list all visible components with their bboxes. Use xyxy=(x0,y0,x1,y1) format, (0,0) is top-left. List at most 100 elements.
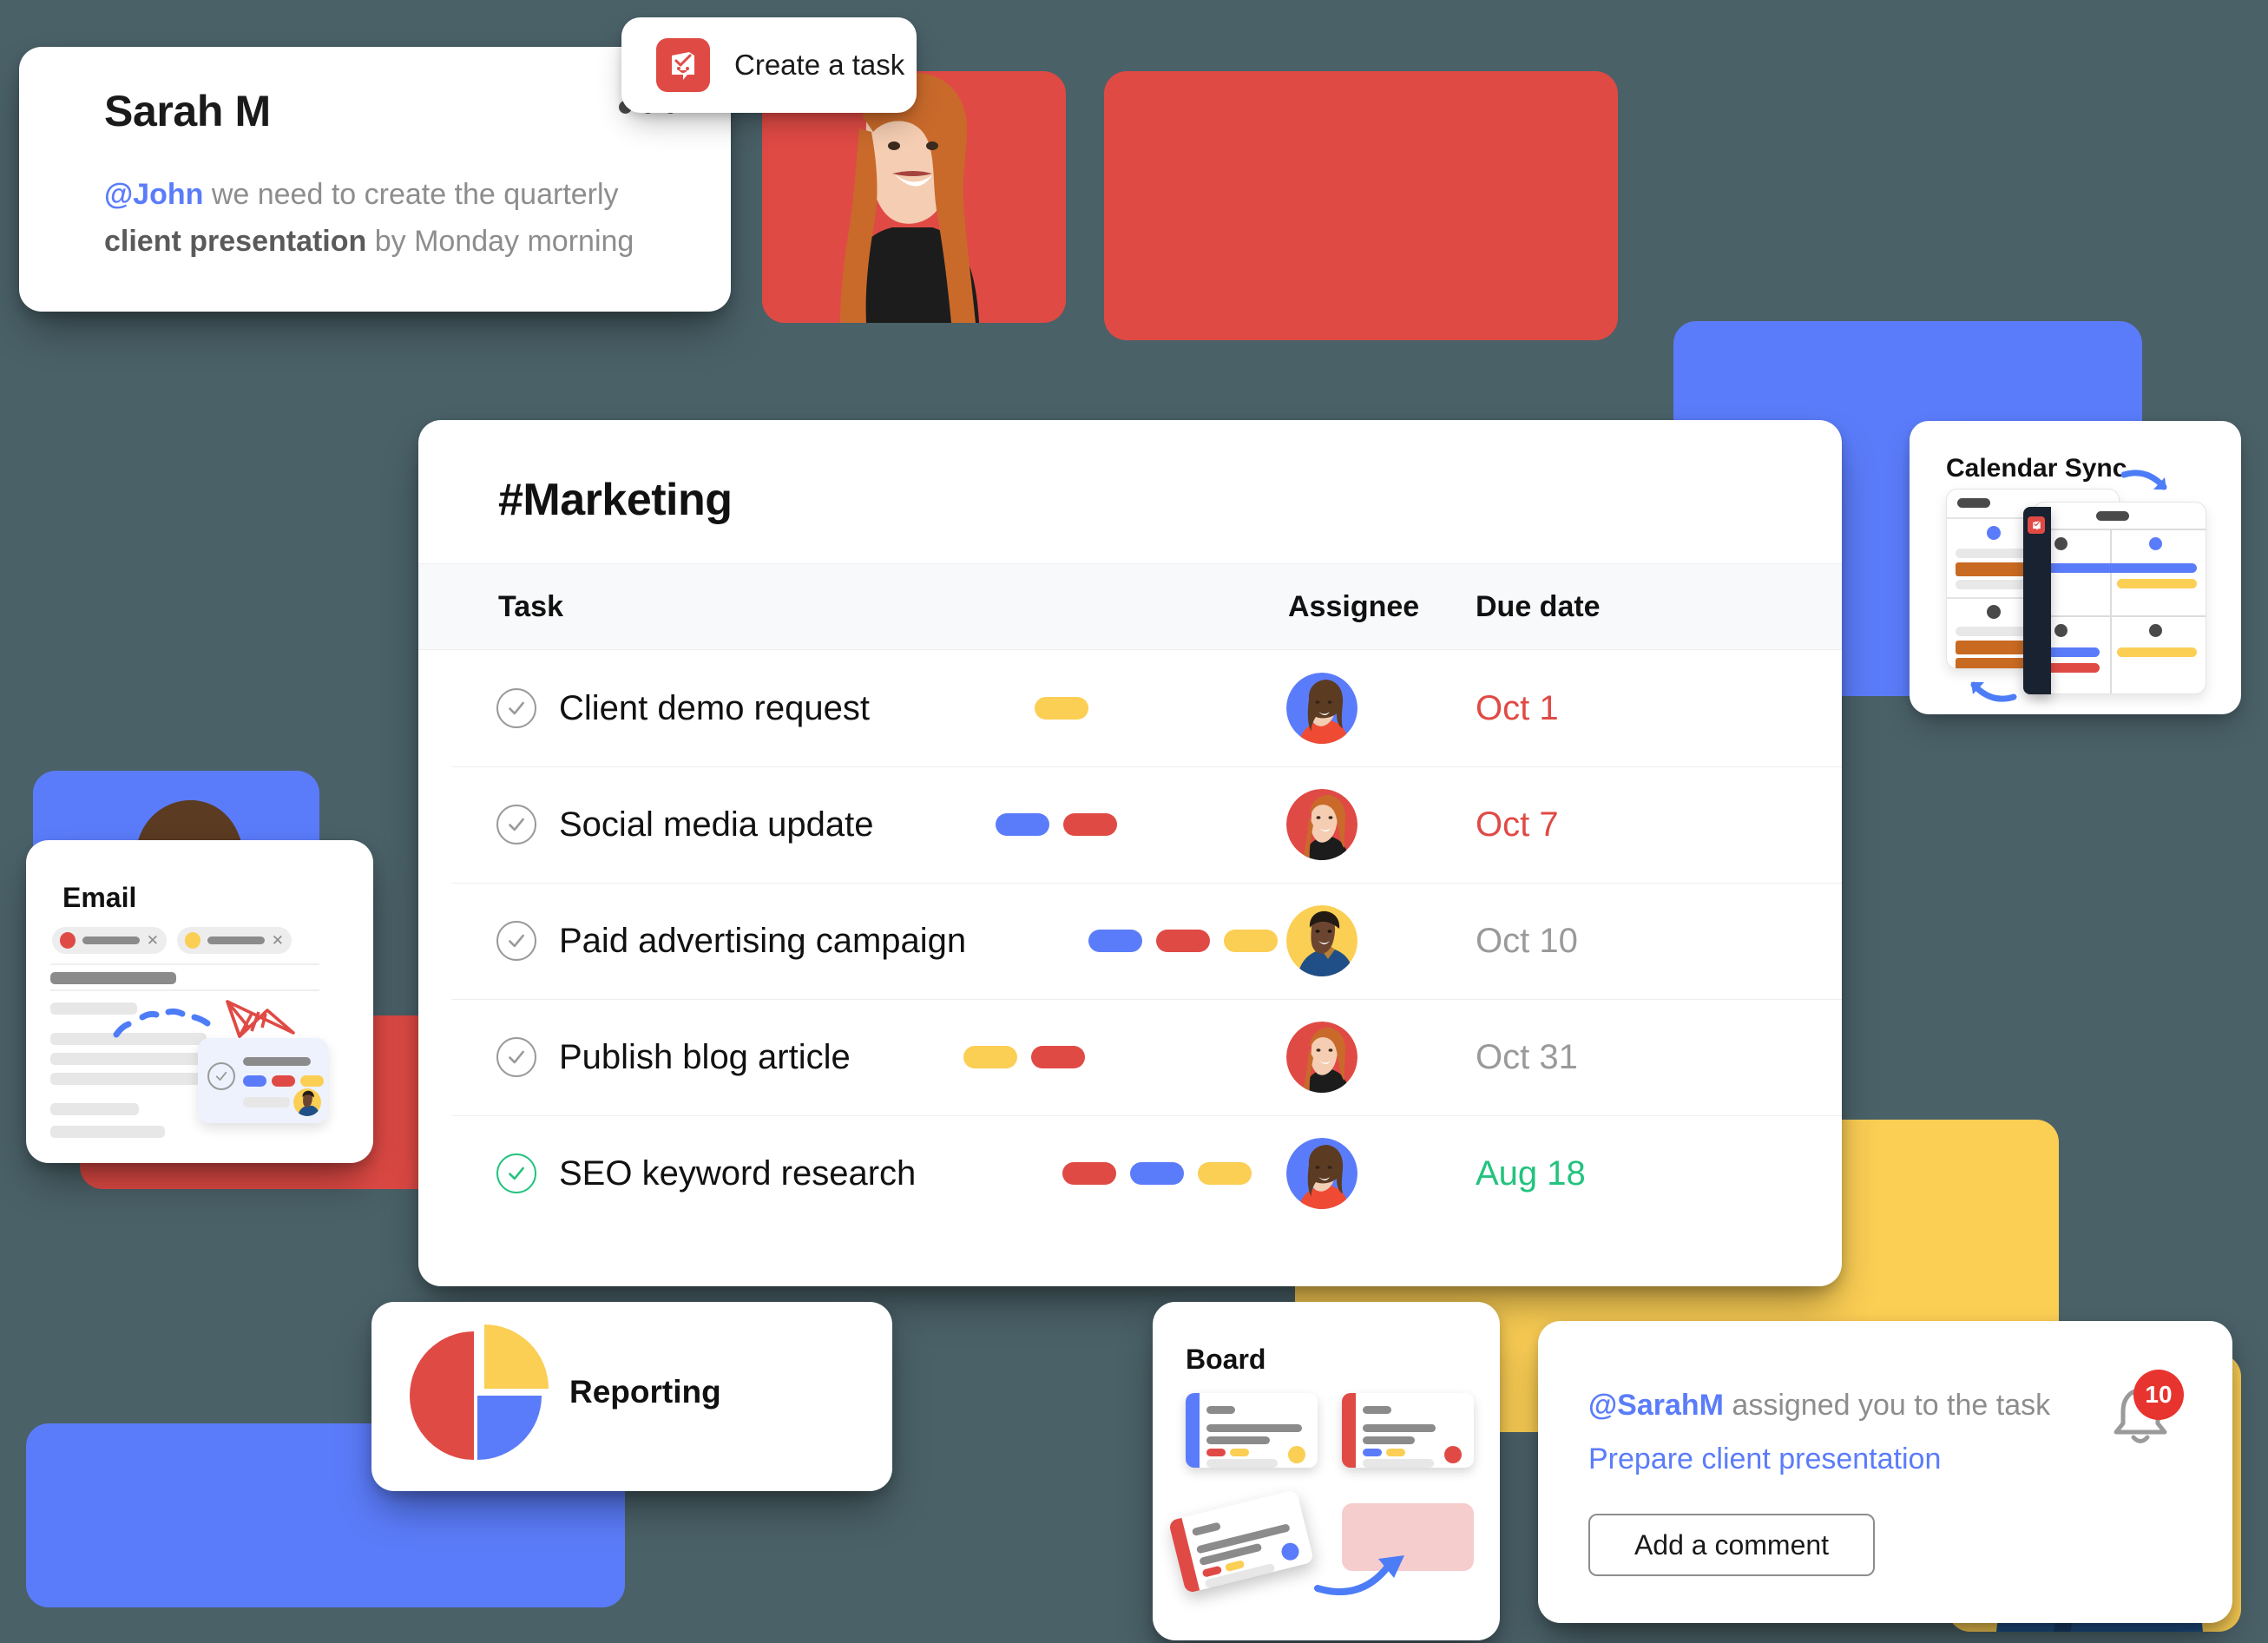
task-checkbox[interactable] xyxy=(496,688,536,728)
board-task-card-dragging[interactable] xyxy=(1167,1489,1315,1594)
marketing-table-card: #Marketing Task Assignee Due date Client… xyxy=(418,420,1842,1286)
table-header: Task Assignee Due date xyxy=(418,563,1842,650)
board-card-title: Board xyxy=(1186,1344,1266,1375)
tag-blue xyxy=(1088,930,1142,952)
board-card: Board xyxy=(1153,1302,1500,1640)
mention-sarahm[interactable]: @SarahM xyxy=(1588,1389,1724,1422)
due-date: Oct 1 xyxy=(1476,688,1559,727)
board-task-card[interactable] xyxy=(1186,1393,1318,1468)
tag-red xyxy=(1156,930,1210,952)
mini-task-tag-blue xyxy=(243,1075,266,1087)
mention-john[interactable]: @John xyxy=(104,178,203,211)
row-divider xyxy=(451,999,1842,1000)
board-card-tag-blue xyxy=(1363,1449,1382,1456)
message-text-strong: client presentation xyxy=(104,224,367,258)
mini-task-meta-bar xyxy=(243,1097,290,1107)
task-tags xyxy=(963,1046,1085,1068)
avatar[interactable] xyxy=(1286,673,1358,744)
calendar-event-bar-grey xyxy=(1956,549,2029,558)
drag-arrow-icon xyxy=(1314,1555,1404,1595)
calendar-event-bar-blue xyxy=(2039,563,2197,573)
board-card-line xyxy=(1206,1424,1302,1432)
board-task-card[interactable] xyxy=(1342,1393,1474,1468)
task-name: Publish blog article xyxy=(559,1037,851,1076)
tag-yellow xyxy=(963,1046,1017,1068)
calendar-event-bar-yellow xyxy=(2117,647,2197,657)
calendar-grid-line-h xyxy=(2034,615,2206,617)
message-text-1: we need to create the quarterly xyxy=(203,178,619,211)
task-checkbox[interactable] xyxy=(496,805,536,845)
calendar-event-bar-yellow xyxy=(2117,579,2197,588)
mini-task-checkbox-icon xyxy=(207,1062,235,1090)
table-row[interactable]: SEO keyword research Aug 18 xyxy=(418,1115,1842,1232)
due-date: Oct 7 xyxy=(1476,805,1559,844)
create-task-button[interactable]: Create a task xyxy=(621,17,917,113)
table-row[interactable]: Client demo request Oct 1 xyxy=(418,650,1842,766)
row-divider xyxy=(451,883,1842,884)
calendar-sync-card: Calendar Sync xyxy=(1910,421,2241,714)
column-header-task: Task xyxy=(498,589,563,623)
email-body-line xyxy=(50,1073,207,1085)
table-row[interactable]: Publish blog article Oct 31 xyxy=(418,999,1842,1115)
recipient-avatar-dot xyxy=(60,932,76,949)
decorative-block-red-top-right xyxy=(1104,71,1618,340)
board-card-tag-yellow xyxy=(1230,1449,1249,1456)
calendar-event-dot-blue xyxy=(2149,537,2162,550)
email-body-line xyxy=(50,1103,139,1115)
bell-icon[interactable]: 10 xyxy=(2100,1370,2184,1456)
recipient-chip[interactable]: ✕ xyxy=(177,927,292,954)
avatar[interactable] xyxy=(1286,789,1358,860)
tag-blue xyxy=(1130,1162,1184,1185)
task-tags xyxy=(1035,697,1088,720)
calendar-event-bar-grey xyxy=(1956,627,2029,636)
tag-yellow xyxy=(1035,697,1088,720)
calendar-header-pill xyxy=(2096,511,2129,521)
board-card-avatar-dot xyxy=(1279,1541,1301,1562)
board-card-avatar-dot xyxy=(1444,1446,1462,1463)
board-card-footer-bar xyxy=(1206,1459,1278,1468)
avatar[interactable] xyxy=(1286,905,1358,976)
calendar-event-dot-grey xyxy=(2054,537,2067,550)
sync-arrow-bottom-icon xyxy=(1970,681,2017,702)
add-comment-button[interactable]: Add a comment xyxy=(1588,1514,1875,1576)
task-tags xyxy=(1062,1162,1252,1185)
task-checkbox[interactable] xyxy=(496,1153,536,1193)
recipient-name-bar xyxy=(82,937,140,944)
message-body: @John we need to create the quarterly cl… xyxy=(104,172,677,265)
hero-collage: Sarah M @John we need to create the quar… xyxy=(0,0,2268,1643)
notification-task-link[interactable]: Prepare client presentation xyxy=(1588,1443,1941,1476)
reporting-card: Reporting xyxy=(371,1302,892,1491)
close-icon[interactable]: ✕ xyxy=(147,933,159,948)
create-task-label: Create a task xyxy=(734,49,905,81)
message-text-2: by Monday morning xyxy=(366,224,634,258)
email-divider xyxy=(50,963,319,965)
tag-yellow xyxy=(1224,930,1278,952)
email-body-line xyxy=(50,1126,165,1138)
recipient-name-bar xyxy=(207,937,265,944)
email-divider xyxy=(50,989,319,991)
email-subject-bar xyxy=(50,972,176,984)
avatar[interactable] xyxy=(1286,1138,1358,1209)
calendar-event-dot-blue xyxy=(1987,526,2001,540)
avatar[interactable] xyxy=(1286,1022,1358,1093)
board-card-footer-bar xyxy=(1363,1459,1434,1468)
pie-slice-blue xyxy=(477,1396,542,1460)
message-author: Sarah M xyxy=(104,87,271,135)
task-checkbox[interactable] xyxy=(496,921,536,961)
task-name: Social media update xyxy=(559,805,874,844)
reporting-card-title: Reporting xyxy=(569,1374,721,1410)
column-header-assignee: Assignee xyxy=(1288,589,1420,623)
notification-text-rest: assigned you to the task xyxy=(1723,1389,2051,1422)
task-checkbox[interactable] xyxy=(496,1037,536,1077)
table-row[interactable]: Paid advertising campaign Oct 10 xyxy=(418,883,1842,999)
tag-red xyxy=(1031,1046,1085,1068)
calendar-event-dot-grey xyxy=(1987,605,2001,619)
table-row[interactable]: Social media update Oct 7 xyxy=(418,766,1842,883)
tag-blue xyxy=(996,813,1049,836)
close-icon[interactable]: ✕ xyxy=(272,933,284,948)
recipient-chip[interactable]: ✕ xyxy=(52,927,167,954)
calendar-sync-title: Calendar Sync xyxy=(1946,454,2127,483)
tag-red xyxy=(1062,1162,1116,1185)
column-header-due-date: Due date xyxy=(1476,589,1601,623)
board-card-tag-yellow xyxy=(1386,1449,1405,1456)
